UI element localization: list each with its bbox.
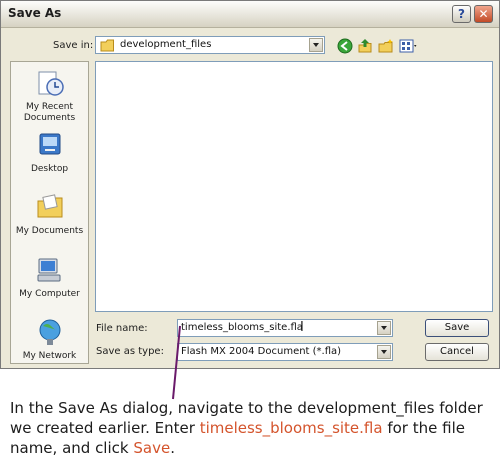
caption-text: . — [170, 439, 175, 457]
caption-save: Save — [133, 439, 171, 457]
callout-pointer — [172, 325, 181, 400]
caption-filename: timeless_blooms_site.fla — [199, 419, 383, 437]
instruction-caption: In the Save As dialog, navigate to the d… — [10, 398, 496, 458]
